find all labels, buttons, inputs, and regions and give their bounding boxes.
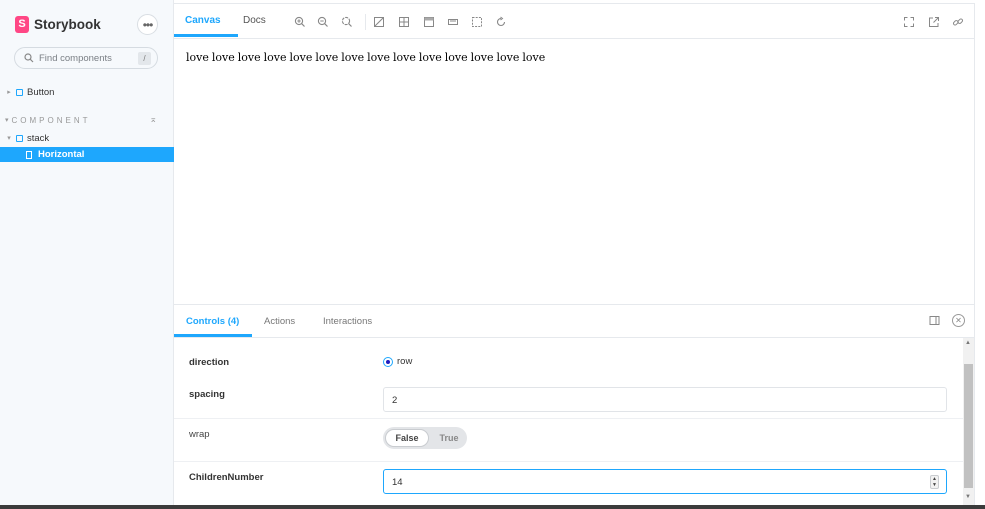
stack-child: love bbox=[211, 51, 235, 64]
stack-child: love bbox=[393, 51, 416, 64]
active-tab-indicator bbox=[174, 34, 238, 37]
stack-child: love bbox=[496, 51, 520, 64]
tab-label: Docs bbox=[243, 15, 266, 26]
close-panel-icon[interactable]: ✕ bbox=[952, 314, 965, 327]
stack-child: love bbox=[315, 51, 339, 64]
sidebar-item-label: Button bbox=[27, 86, 55, 98]
background-image-icon[interactable] bbox=[373, 16, 385, 28]
stack-child: love bbox=[341, 51, 365, 64]
number-stepper[interactable]: ▲ ▼ bbox=[930, 475, 939, 489]
caret-down-icon: ▾ bbox=[5, 117, 9, 124]
main-panel: Canvas Docs love love love love love lov… bbox=[174, 3, 975, 505]
stack-child: love bbox=[444, 51, 468, 64]
story-canvas: love love love love love love love love love love… bbox=[174, 40, 974, 304]
control-row-children-number: ChildrenNumber 14 ▲ ▼ bbox=[174, 462, 963, 505]
sidebar: S Storybook ••• Find components / ▸ Butt… bbox=[0, 0, 174, 505]
radio-label[interactable]: row bbox=[397, 356, 412, 367]
control-row-wrap: wrap False True bbox=[174, 419, 963, 462]
stack-child: love bbox=[470, 51, 494, 64]
brand[interactable]: S Storybook bbox=[15, 15, 101, 33]
collapse-all-icon[interactable]: ⌅ bbox=[149, 114, 157, 125]
open-new-tab-icon[interactable] bbox=[928, 16, 940, 28]
viewport-icon[interactable] bbox=[423, 16, 435, 28]
search-input[interactable]: Find components bbox=[39, 53, 112, 64]
scrollbar-thumb[interactable] bbox=[964, 364, 973, 488]
measure-icon[interactable] bbox=[447, 16, 459, 28]
control-name: spacing bbox=[189, 389, 225, 400]
grid-icon[interactable] bbox=[398, 16, 410, 28]
tab-controls[interactable]: Controls (4) bbox=[186, 316, 239, 327]
sidebar-item-horizontal[interactable]: Horizontal bbox=[0, 147, 174, 162]
stack-child: love bbox=[237, 51, 261, 64]
remount-icon[interactable] bbox=[495, 16, 507, 28]
toggle-false-option[interactable]: False bbox=[385, 429, 429, 447]
zoom-reset-icon[interactable] bbox=[341, 16, 353, 28]
caret-right-icon: ▸ bbox=[7, 89, 11, 96]
stack-child: love bbox=[367, 51, 390, 64]
control-name: ChildrenNumber bbox=[189, 472, 264, 483]
brand-name: Storybook bbox=[34, 16, 101, 32]
spacing-input[interactable]: 2 bbox=[383, 387, 947, 412]
stack-child: love bbox=[289, 51, 313, 64]
sidebar-item-label: Horizontal bbox=[38, 149, 85, 160]
component-icon bbox=[16, 134, 23, 142]
input-value: 14 bbox=[392, 477, 403, 488]
addon-tabs: Controls (4) Actions Interactions ✕ bbox=[174, 305, 974, 338]
story-icon bbox=[26, 150, 32, 159]
tab-canvas[interactable]: Canvas bbox=[185, 15, 221, 35]
direction-radio-row[interactable] bbox=[383, 357, 393, 367]
children-number-input[interactable]: 14 ▲ ▼ bbox=[383, 469, 947, 494]
caret-down-icon: ▾ bbox=[7, 135, 11, 142]
scroll-up-arrow-icon[interactable]: ▲ bbox=[965, 340, 971, 346]
copy-link-icon[interactable] bbox=[952, 16, 964, 28]
wrap-toggle[interactable]: False True bbox=[383, 427, 467, 449]
control-name: direction bbox=[189, 357, 230, 368]
zoom-in-icon[interactable] bbox=[294, 16, 306, 28]
search-field[interactable]: Find components / bbox=[14, 47, 158, 69]
tab-docs[interactable]: Docs bbox=[243, 15, 266, 35]
window-bottom-border bbox=[0, 505, 985, 509]
tab-actions[interactable]: Actions bbox=[264, 316, 295, 327]
tab-interactions[interactable]: Interactions bbox=[323, 316, 372, 327]
active-tab-indicator bbox=[174, 334, 252, 337]
outline-icon[interactable] bbox=[471, 16, 483, 28]
menu-button[interactable]: ••• bbox=[137, 14, 158, 35]
sidebar-item-stack[interactable]: ▾ stack bbox=[0, 130, 174, 146]
stack-child: love bbox=[522, 51, 546, 64]
section-title: COMPONENT bbox=[11, 115, 91, 125]
control-row-spacing: spacing 2 bbox=[174, 378, 963, 419]
section-header-component[interactable]: ▾ COMPONENT ⌅ bbox=[5, 114, 157, 126]
sidebar-item-button[interactable]: ▸ Button bbox=[0, 84, 174, 100]
sidebar-item-label: stack bbox=[27, 132, 50, 144]
panel-orientation-icon[interactable] bbox=[929, 315, 940, 326]
control-name: wrap bbox=[189, 429, 210, 440]
addons-panel: Controls (4) Actions Interactions ✕ dire… bbox=[174, 304, 974, 506]
controls-scrollbar[interactable]: ▲ ▼ bbox=[963, 338, 974, 505]
fullscreen-icon[interactable] bbox=[903, 16, 915, 28]
search-shortcut-badge: / bbox=[138, 52, 151, 65]
toolbar: Canvas Docs bbox=[174, 4, 974, 39]
zoom-out-icon[interactable] bbox=[317, 16, 329, 28]
tab-label: Canvas bbox=[185, 15, 221, 26]
stack-child: love bbox=[418, 51, 442, 64]
stack-child: love bbox=[186, 51, 209, 64]
component-icon bbox=[16, 88, 23, 96]
toggle-true-option[interactable]: True bbox=[435, 429, 463, 447]
controls-table: direction row spacing 2 wrap False True … bbox=[174, 338, 963, 505]
stack-child: love bbox=[263, 51, 287, 64]
search-icon bbox=[24, 53, 34, 63]
toolbar-divider bbox=[365, 14, 366, 30]
stack-component: love love love love love love love love love love… bbox=[186, 51, 548, 64]
storybook-logo-icon: S bbox=[15, 15, 29, 33]
scroll-down-arrow-icon[interactable]: ▼ bbox=[965, 494, 971, 500]
window-edge bbox=[975, 0, 985, 509]
